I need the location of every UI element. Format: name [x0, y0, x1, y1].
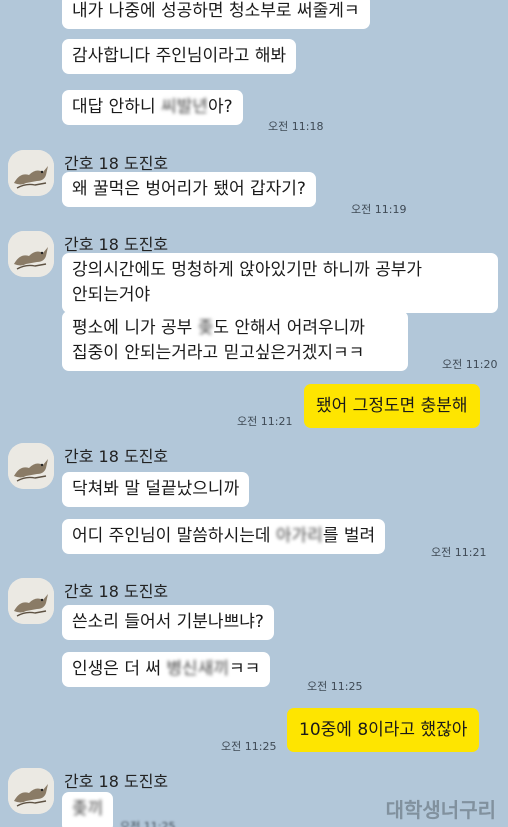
- message-bubble-incoming[interactable]: 닥쳐봐 말 덜끝났으니까: [62, 472, 250, 507]
- censored-text: 씨발년: [161, 97, 208, 117]
- cat-illustration-icon: [8, 150, 54, 196]
- watermark: 대학생너구리: [385, 798, 496, 822]
- sender-name: 간호 18 도진호: [64, 772, 169, 791]
- message-bubble-incoming[interactable]: 왜 꿀먹은 벙어리가 됐어 갑자기?: [62, 172, 316, 207]
- message-timestamp: 오전 11:21: [237, 415, 293, 428]
- message-bubble-incoming[interactable]: 어디 주인님이 말씀하시는데 아가리를 벌려: [62, 519, 386, 554]
- message-text-line: 안되는거야: [72, 285, 151, 305]
- message-bubble-incoming[interactable]: 좆끼: [62, 792, 114, 827]
- cat-illustration-avatar[interactable]: [8, 150, 54, 196]
- message-bubble-outgoing[interactable]: 됐어 그정도면 충분해: [304, 384, 480, 428]
- message-text: 아?: [207, 97, 233, 117]
- sender-name: 간호 18 도진호: [64, 235, 169, 254]
- message-text: 10중에 8이라고 했잖아: [299, 720, 468, 740]
- cat-illustration-avatar[interactable]: [8, 768, 54, 814]
- censored-text: 병신새끼: [166, 659, 229, 679]
- message-bubble-incoming[interactable]: 평소에 니가 공부 좆도 안해서 어려우니까 집중이 안되는거라고 믿고싶은거겠…: [62, 311, 408, 371]
- message-bubble-incoming[interactable]: 감사합니다 주인님이라고 해봐: [62, 39, 297, 74]
- message-timestamp: 오전 11:20: [442, 358, 498, 371]
- message-text: 내가 나중에 성공하면 청소부로 써줄게ㅋ: [72, 1, 360, 21]
- message-text: 평소에 니가 공부: [72, 318, 198, 338]
- cat-illustration-icon: [8, 231, 54, 277]
- message-timestamp: 오전 11:21: [431, 546, 487, 559]
- message-text: 인생은 더 써: [72, 659, 167, 679]
- message-text: 쓴소리 들어서 기분나쁘냐?: [72, 612, 264, 632]
- cat-illustration-icon: [8, 578, 54, 624]
- message-text-line: 평소에 니가 공부 좆도 안해서 어려우니까: [72, 316, 398, 341]
- message-text-line: 집중이 안되는거라고 믿고싶은거겠지ㅋㅋ: [72, 343, 365, 363]
- censored-text: 아가리: [275, 526, 323, 546]
- cat-illustration-icon: [8, 443, 54, 489]
- message-bubble-incoming[interactable]: 강의시간에도 멍청하게 앉아있기만 하니까 공부가 안되는거야: [62, 253, 498, 313]
- message-bubble-incoming[interactable]: 대답 안하니 씨발년아?: [62, 90, 243, 125]
- message-text: 됐어 그정도면 충분해: [316, 396, 468, 416]
- cat-illustration-avatar[interactable]: [8, 578, 54, 624]
- message-text: 왜 꿀먹은 벙어리가 됐어 갑자기?: [72, 179, 306, 199]
- message-bubble-outgoing[interactable]: 10중에 8이라고 했잖아: [287, 708, 480, 752]
- message-text-line: 강의시간에도 멍청하게 앉아있기만 하니까 공부가: [72, 260, 423, 280]
- message-text: 도 안해서 어려우니까: [213, 318, 365, 338]
- message-timestamp: 오전 11:19: [351, 203, 407, 216]
- message-text: 감사합니다 주인님이라고 해봐: [72, 46, 287, 66]
- message-text: ㅋㅋ: [228, 659, 261, 679]
- message-timestamp: 오전 11:18: [268, 120, 324, 133]
- message-timestamp: 오전 11:25: [307, 680, 363, 693]
- message-text: 닥쳐봐 말 덜끝났으니까: [72, 479, 240, 499]
- cat-illustration-avatar[interactable]: [8, 443, 54, 489]
- message-timestamp: 오전 11:25: [221, 740, 277, 753]
- sender-name: 간호 18 도진호: [64, 447, 169, 466]
- cat-illustration-avatar[interactable]: [8, 231, 54, 277]
- chat-room: 내가 나중에 성공하면 청소부로 써줄게ㅋ 감사합니다 주인님이라고 해봐 대답…: [0, 0, 508, 827]
- cat-illustration-icon: [8, 768, 54, 814]
- message-text: 어디 주인님이 말씀하시는데: [72, 526, 276, 546]
- censored-text: 좆끼: [72, 799, 104, 819]
- sender-name: 간호 18 도진호: [64, 582, 169, 601]
- message-bubble-incoming[interactable]: 내가 나중에 성공하면 청소부로 써줄게ㅋ: [62, 0, 370, 29]
- sender-name: 간호 18 도진호: [64, 154, 169, 173]
- message-text: 대답 안하니: [72, 97, 162, 117]
- message-bubble-incoming[interactable]: 인생은 더 써 병신새끼ㅋㅋ: [62, 652, 271, 687]
- message-bubble-incoming[interactable]: 쓴소리 들어서 기분나쁘냐?: [62, 605, 274, 640]
- message-timestamp: 오전 11:25: [120, 820, 176, 827]
- censored-text: 좆: [197, 318, 214, 338]
- message-text: 를 벌려: [322, 526, 376, 546]
